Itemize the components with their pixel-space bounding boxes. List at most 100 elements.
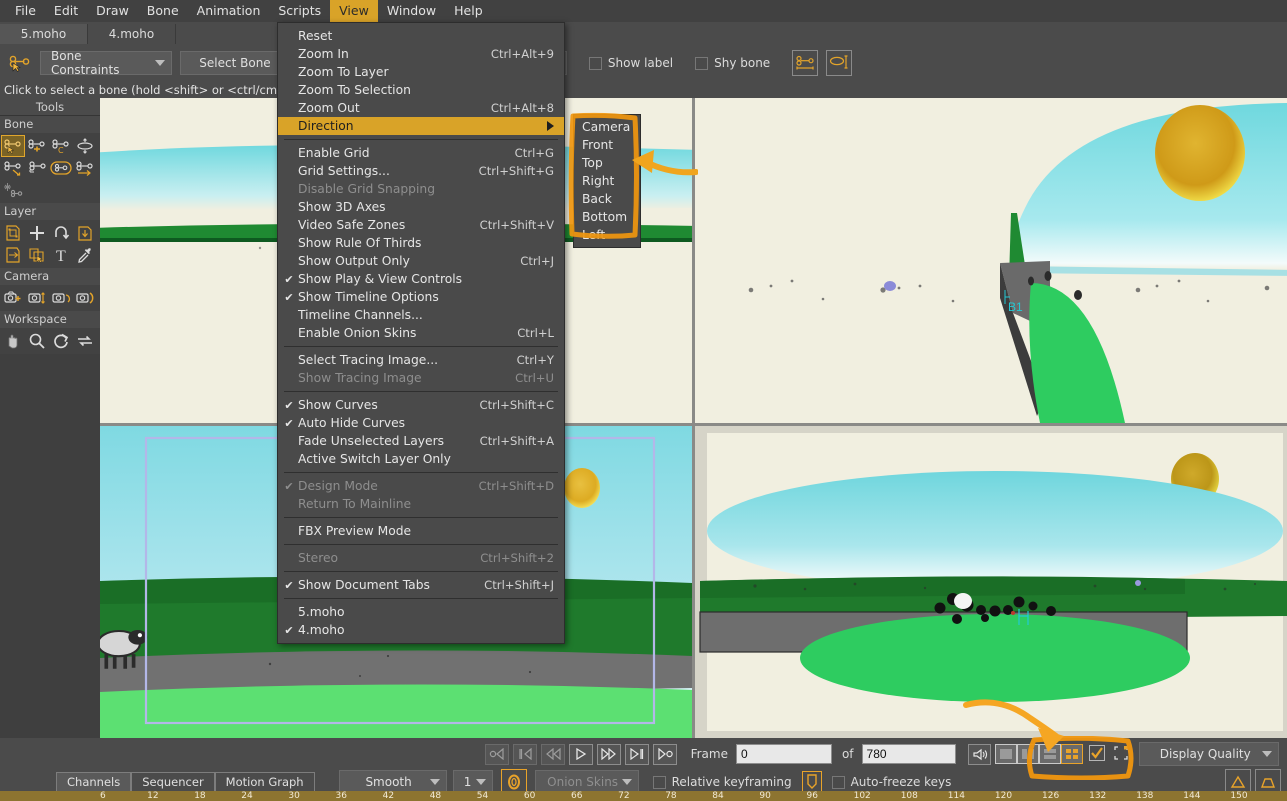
bone-constraints-combo[interactable]: Bone Constraints xyxy=(40,49,172,77)
menu-bone[interactable]: Bone xyxy=(138,0,188,22)
flexi-bind-tool[interactable] xyxy=(1,179,25,201)
menu-item-auto-hide-curves[interactable]: ✔ Auto Hide Curves xyxy=(278,414,564,432)
select-bone-tool[interactable] xyxy=(1,135,25,157)
menu-item-4-moho[interactable]: ✔ 4.moho xyxy=(278,621,564,639)
menu-item-timeline-channels[interactable]: Timeline Channels... xyxy=(278,306,564,324)
menu-item-enable-onion-skins[interactable]: Enable Onion Skins Ctrl+L xyxy=(278,324,564,342)
menu-item-show-document-tabs[interactable]: ✔ Show Document Tabs Ctrl+Shift+J xyxy=(278,576,564,594)
rotate-layer-tool[interactable] xyxy=(49,222,73,244)
speaker-icon[interactable] xyxy=(967,743,992,765)
next-keyframe-button[interactable] xyxy=(624,743,649,765)
flip-layer-tool[interactable] xyxy=(1,244,25,266)
menu-item-zoom-out[interactable]: Zoom Out Ctrl+Alt+8 xyxy=(278,99,564,117)
viewport-top-right[interactable]: B1 xyxy=(695,98,1287,423)
frame-input[interactable] xyxy=(735,744,832,764)
viewport-bottom-right[interactable] xyxy=(695,426,1287,738)
tab-sequencer[interactable]: Sequencer xyxy=(131,771,215,793)
track-camera-tool[interactable] xyxy=(1,287,25,309)
bone-height-icon[interactable] xyxy=(826,50,853,76)
submenu-item-camera[interactable]: Camera xyxy=(574,118,640,136)
view-menu-dropdown[interactable]: Reset Zoom In Ctrl+Alt+9 Zoom To Layer Zoom … xyxy=(277,22,565,644)
transform-layer-tool[interactable] xyxy=(1,222,25,244)
auto-freeze-keys-checkbox[interactable]: Auto-freeze keys xyxy=(831,775,951,789)
menu-item-disable-grid-snapping[interactable]: Disable Grid Snapping xyxy=(278,180,564,198)
menu-item-return-to-mainline[interactable]: Return To Mainline xyxy=(278,495,564,513)
total-frames-input[interactable] xyxy=(861,744,956,764)
roll-camera-tool[interactable] xyxy=(49,287,73,309)
menu-file[interactable]: File xyxy=(6,0,45,22)
tab-channels[interactable]: Channels xyxy=(56,771,132,793)
menu-item-show-rule-of-thirds[interactable]: Show Rule Of Thirds xyxy=(278,234,564,252)
reparent-bone-tool[interactable]: C xyxy=(49,135,73,157)
menu-item-enable-grid[interactable]: Enable Grid Ctrl+G xyxy=(278,144,564,162)
bone-width-icon[interactable] xyxy=(792,50,819,76)
menu-help[interactable]: Help xyxy=(445,0,492,22)
step-back-button[interactable] xyxy=(540,743,565,765)
previous-keyframe-button[interactable] xyxy=(513,743,537,765)
submenu-item-left[interactable]: Left xyxy=(574,226,640,244)
menu-item-zoom-to-layer[interactable]: Zoom To Layer xyxy=(278,63,564,81)
fit-to-frame-icon[interactable] xyxy=(1113,745,1129,764)
pan-tilt-camera-tool[interactable] xyxy=(73,287,97,309)
manipulate-bones-tool[interactable] xyxy=(1,157,25,179)
menu-item-show-tracing-image[interactable]: Show Tracing Image Ctrl+U xyxy=(278,369,564,387)
menu-item-fade-unselected-layers[interactable]: Fade Unselected Layers Ctrl+Shift+A xyxy=(278,432,564,450)
jump-to-start-button[interactable] xyxy=(485,743,510,765)
bone-dynamics-tool[interactable] xyxy=(73,157,97,179)
two-row-layout[interactable] xyxy=(1039,744,1062,764)
menu-edit[interactable]: Edit xyxy=(45,0,87,22)
menu-item-reset[interactable]: Reset xyxy=(278,27,564,45)
submenu-item-top[interactable]: Top xyxy=(574,154,640,172)
single-view-layout[interactable] xyxy=(995,744,1018,764)
play-button[interactable] xyxy=(568,743,593,765)
orbit-workspace-tool[interactable] xyxy=(73,330,97,352)
menu-animation[interactable]: Animation xyxy=(188,0,270,22)
tab-motion-graph[interactable]: Motion Graph xyxy=(214,771,315,793)
bone-strength-tool[interactable] xyxy=(73,135,97,157)
menu-item-design-mode[interactable]: ✔ Design Mode Ctrl+Shift+D xyxy=(278,477,564,495)
show-label-checkbox[interactable]: Show label xyxy=(588,56,673,70)
quad-view-layout[interactable] xyxy=(1061,744,1084,764)
add-bone-tool[interactable] xyxy=(25,135,49,157)
menu-item-show-curves[interactable]: ✔ Show Curves Ctrl+Shift+C xyxy=(278,396,564,414)
text-tool[interactable]: T xyxy=(49,244,73,266)
menu-item-zoom-to-selection[interactable]: Zoom To Selection xyxy=(278,81,564,99)
jump-to-end-button[interactable] xyxy=(652,743,677,765)
menu-scripts[interactable]: Scripts xyxy=(269,0,330,22)
direction-submenu[interactable]: Camera Front Top Right Back Bottom Left xyxy=(573,114,641,248)
move-layer-tool[interactable] xyxy=(25,222,49,244)
menu-item-show-3d-axes[interactable]: Show 3D Axes xyxy=(278,198,564,216)
shy-bone-checkbox[interactable]: Shy bone xyxy=(695,56,770,70)
menu-item-grid-settings[interactable]: Grid Settings... Ctrl+Shift+G xyxy=(278,162,564,180)
marker-icon[interactable] xyxy=(801,771,822,793)
menu-item-active-switch-layer-only[interactable]: Active Switch Layer Only xyxy=(278,450,564,468)
menu-item-stereo[interactable]: Stereo Ctrl+Shift+2 xyxy=(278,549,564,567)
shear-layer-tool[interactable] xyxy=(73,222,97,244)
menu-item-direction[interactable]: Direction xyxy=(278,117,564,135)
select-bone-button[interactable]: Select Bone xyxy=(180,51,290,75)
submenu-item-back[interactable]: Back xyxy=(574,190,640,208)
submenu-item-front[interactable]: Front xyxy=(574,136,640,154)
two-column-layout[interactable] xyxy=(1017,744,1040,764)
show-all-views-checkbox[interactable] xyxy=(1089,744,1106,764)
menu-window[interactable]: Window xyxy=(378,0,445,22)
document-tab-4moho[interactable]: 4.moho xyxy=(88,24,176,44)
timeline-ruler[interactable]: 6 12 18 24 30 36 42 48 54 60 66 72 78 84 90 96 102 108 114… xyxy=(0,791,1287,801)
menu-item-5-moho[interactable]: 5.moho xyxy=(278,603,564,621)
menu-item-show-timeline-options[interactable]: ✔ Show Timeline Options xyxy=(278,288,564,306)
menu-item-select-tracing-image[interactable]: Select Tracing Image... Ctrl+Y xyxy=(278,351,564,369)
menu-item-fbx-preview-mode[interactable]: FBX Preview Mode xyxy=(278,522,564,540)
menu-item-video-safe-zones[interactable]: Video Safe Zones Ctrl+Shift+V xyxy=(278,216,564,234)
relative-keyframing-checkbox[interactable]: Relative keyframing xyxy=(652,775,792,789)
menu-item-zoom-in[interactable]: Zoom In Ctrl+Alt+9 xyxy=(278,45,564,63)
submenu-item-right[interactable]: Right xyxy=(574,172,640,190)
zoom-workspace-tool[interactable] xyxy=(25,330,49,352)
fast-forward-button[interactable] xyxy=(596,743,621,765)
set-origin-tool[interactable] xyxy=(25,244,49,266)
eyedropper-tool[interactable] xyxy=(73,244,97,266)
menu-draw[interactable]: Draw xyxy=(87,0,138,22)
document-tab-5moho[interactable]: 5.moho xyxy=(0,24,88,44)
zoom-camera-tool[interactable] xyxy=(25,287,49,309)
menu-item-show-play-view-controls[interactable]: ✔ Show Play & View Controls xyxy=(278,270,564,288)
pan-workspace-tool[interactable] xyxy=(1,330,25,352)
